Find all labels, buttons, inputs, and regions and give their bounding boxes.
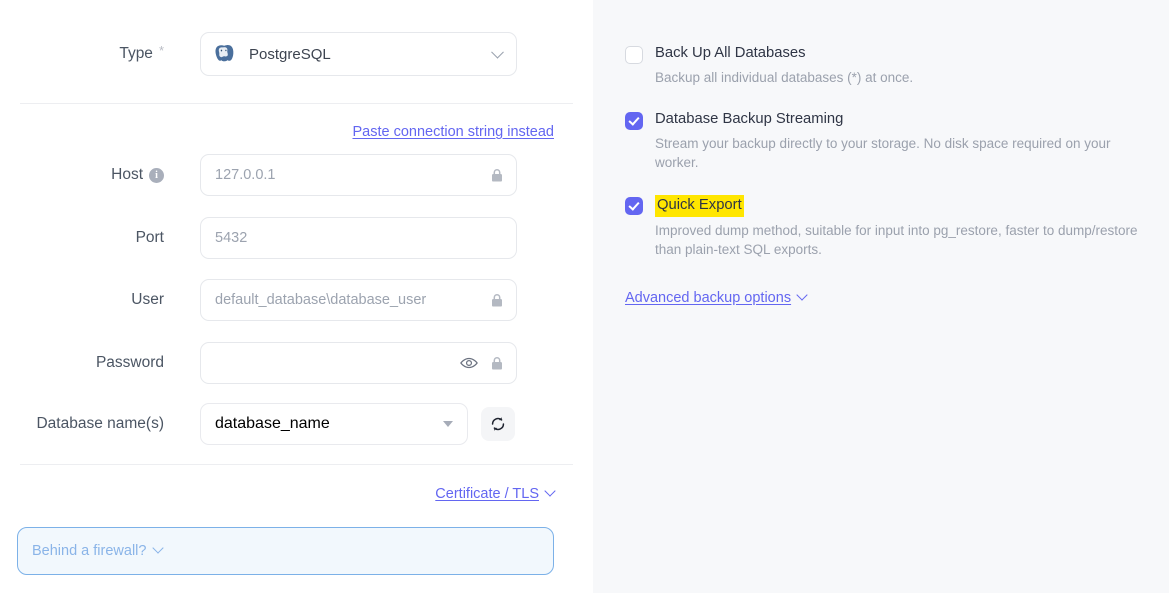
option-title-wrap: Quick Export xyxy=(655,195,1139,221)
host-row: Host i 127.0.0.1 xyxy=(0,154,517,196)
user-field-icons xyxy=(490,280,504,320)
chevron-down-icon[interactable] xyxy=(544,485,555,496)
option-title-wrap: Database Backup Streaming xyxy=(655,110,1139,134)
port-placeholder: 5432 xyxy=(215,230,247,246)
user-label: User xyxy=(0,291,200,309)
type-value: PostgreSQL xyxy=(249,46,331,63)
chevron-down-icon[interactable] xyxy=(153,542,164,553)
chevron-down-icon[interactable] xyxy=(491,46,504,59)
host-field-icons xyxy=(490,155,504,195)
database-names-label: Database name(s) xyxy=(0,415,200,433)
database-names-label-text: Database name(s) xyxy=(36,415,164,433)
postgresql-elephant-icon xyxy=(213,42,237,66)
option-body: Back Up All Databases Backup all individ… xyxy=(655,44,913,88)
port-label: Port xyxy=(0,229,200,247)
user-input[interactable]: default_database\database_user xyxy=(200,279,517,321)
divider-bottom xyxy=(20,464,573,465)
database-names-placeholder: database_name xyxy=(215,415,330,433)
chevron-down-icon[interactable] xyxy=(443,421,453,427)
host-input[interactable]: 127.0.0.1 xyxy=(200,154,517,196)
user-row: User default_database\database_user xyxy=(0,279,517,321)
lock-icon xyxy=(490,293,504,308)
divider-top xyxy=(20,103,573,104)
backup-options-panel: Back Up All Databases Backup all individ… xyxy=(593,0,1169,593)
password-field-icons xyxy=(460,343,504,383)
advanced-backup-options-row[interactable]: Advanced backup options xyxy=(625,290,1139,306)
lock-icon xyxy=(490,356,504,371)
option-body: Database Backup Streaming Stream your ba… xyxy=(655,110,1139,173)
host-placeholder: 127.0.0.1 xyxy=(215,167,275,183)
option-title: Back Up All Databases xyxy=(655,44,806,64)
checkbox-database-backup-streaming[interactable] xyxy=(625,112,643,130)
database-names-row: Database name(s) database_name xyxy=(0,403,515,445)
option-row: Quick Export Improved dump method, suita… xyxy=(625,195,1139,260)
type-select[interactable]: PostgreSQL xyxy=(200,32,517,76)
paste-connection-link-wrap: Paste connection string instead xyxy=(352,123,554,141)
paste-connection-string-link[interactable]: Paste connection string instead xyxy=(352,124,554,140)
database-names-select[interactable]: database_name xyxy=(200,403,468,445)
option-title: Database Backup Streaming xyxy=(655,110,843,130)
user-placeholder: default_database\database_user xyxy=(215,292,426,308)
option-row: Back Up All Databases Backup all individ… xyxy=(625,44,1139,88)
type-row: Type * PostgreSQL xyxy=(0,32,517,76)
option-description: Stream your backup directly to your stor… xyxy=(655,134,1139,173)
option-title-wrap: Back Up All Databases xyxy=(655,44,913,68)
option-description: Improved dump method, suitable for input… xyxy=(655,221,1139,260)
password-row: Password xyxy=(0,342,517,384)
lock-icon xyxy=(490,168,504,183)
certificate-tls-row[interactable]: Certificate / TLS xyxy=(435,486,554,502)
eye-icon[interactable] xyxy=(460,356,478,370)
refresh-databases-button[interactable] xyxy=(481,407,515,441)
port-row: Port 5432 xyxy=(0,217,517,259)
chevron-down-icon[interactable] xyxy=(796,289,807,300)
port-input[interactable]: 5432 xyxy=(200,217,517,259)
port-label-text: Port xyxy=(136,229,164,247)
required-asterisk: * xyxy=(159,43,164,58)
connection-form-panel: Type * PostgreSQL Paste connection strin… xyxy=(0,0,593,593)
option-title: Quick Export xyxy=(655,195,744,217)
type-label-text: Type xyxy=(119,45,153,63)
option-description: Backup all individual databases (*) at o… xyxy=(655,68,913,88)
settings-screen: Type * PostgreSQL Paste connection strin… xyxy=(0,0,1169,593)
option-body: Quick Export Improved dump method, suita… xyxy=(655,195,1139,260)
advanced-backup-options-link[interactable]: Advanced backup options xyxy=(625,290,791,306)
type-label: Type * xyxy=(0,45,200,63)
behind-firewall-box[interactable]: Behind a firewall? xyxy=(17,527,554,575)
info-icon[interactable]: i xyxy=(149,168,164,183)
refresh-icon xyxy=(490,416,506,432)
host-label: Host i xyxy=(0,166,200,184)
user-label-text: User xyxy=(131,291,164,309)
checkbox-quick-export[interactable] xyxy=(625,197,643,215)
option-row: Database Backup Streaming Stream your ba… xyxy=(625,110,1139,173)
password-label: Password xyxy=(0,354,200,372)
host-label-text: Host xyxy=(111,166,143,184)
password-label-text: Password xyxy=(96,354,164,372)
certificate-tls-link[interactable]: Certificate / TLS xyxy=(435,486,539,502)
checkbox-back-up-all-databases[interactable] xyxy=(625,46,643,64)
password-input[interactable] xyxy=(200,342,517,384)
behind-firewall-label: Behind a firewall? xyxy=(32,543,146,559)
